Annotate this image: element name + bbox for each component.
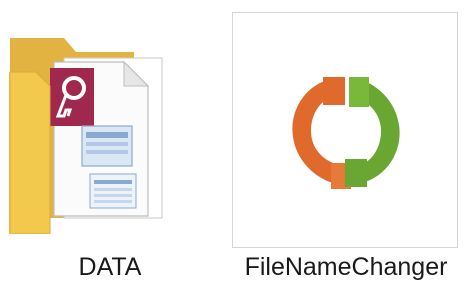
file-label: FileNameChanger	[244, 253, 448, 281]
app-thumbnail	[232, 12, 458, 248]
circular-arrows-icon	[292, 77, 400, 189]
access-database-icon	[50, 60, 150, 217]
folder-label: DATA	[78, 253, 142, 281]
file-item-filenamechanger[interactable]: FileNameChanger	[224, 0, 468, 284]
folder-item-data[interactable]: DATA	[0, 0, 220, 284]
desktop-icon-view: DATA FileNameChanger	[0, 0, 468, 284]
folder-icon	[6, 28, 206, 234]
